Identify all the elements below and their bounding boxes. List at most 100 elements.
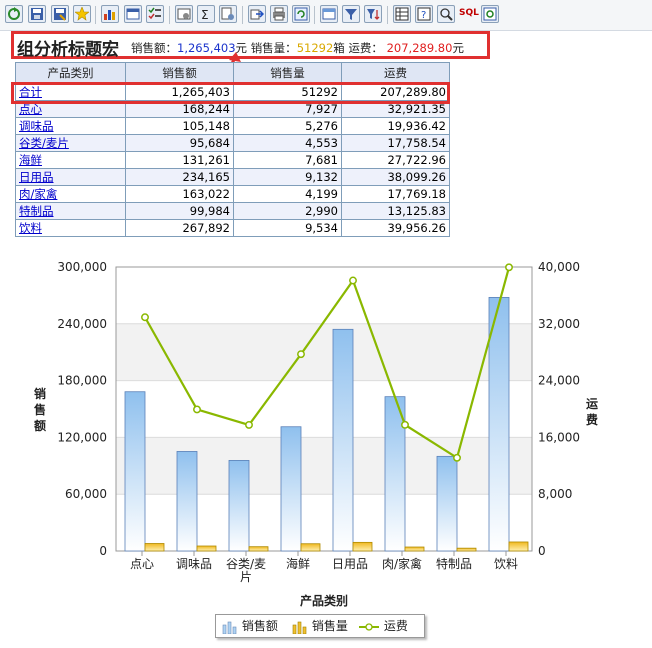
legend-item-amount[interactable]: 销售额	[222, 618, 278, 634]
point-freight	[245, 420, 253, 429]
table-row: 日用品 234,165 9,132 38,099.26	[15, 168, 450, 186]
legend-label: 销售额	[241, 619, 278, 633]
category-cell: 调味品	[15, 117, 126, 135]
bar-series-icon	[292, 621, 307, 634]
point-freight	[401, 420, 409, 429]
x-tick-label: 日用品	[332, 557, 368, 571]
legend-label: 运费	[383, 619, 408, 633]
bar-sales-qty	[300, 543, 321, 552]
y2-tick-label: 16,000	[538, 430, 580, 444]
freight-cell: 13,125.83	[341, 202, 450, 220]
table-row: 调味品 105,148 5,276 19,936.42	[15, 117, 450, 135]
bar-sales-amount	[228, 460, 250, 552]
y-axis-title-char: 额	[34, 418, 46, 433]
y2-tick-label: 24,000	[538, 374, 580, 388]
y-tick-label: 300,000	[57, 260, 107, 274]
y-axis-title-char: 售	[34, 402, 46, 417]
y-tick-label: 240,000	[57, 317, 107, 331]
qty-cell: 9,132	[233, 168, 342, 186]
chart-legend: 销售额 销售量 运费	[215, 614, 425, 638]
column-header[interactable]: 销售量	[233, 62, 342, 84]
legend-item-freight[interactable]: 运费	[358, 618, 408, 634]
category-link[interactable]: 特制品	[19, 204, 54, 218]
bar-sales-amount	[488, 296, 510, 552]
table-header-row: 产品类别 销售额 销售量 运费	[15, 62, 450, 84]
amount-cell: 99,984	[125, 202, 234, 220]
point-freight	[141, 313, 149, 322]
table-row: 饮料 267,892 9,534 39,956.26	[15, 219, 450, 237]
qty-cell: 4,199	[233, 185, 342, 203]
category-cell: 特制品	[15, 202, 126, 220]
table-row: 谷类/麦片 95,684 4,553 17,758.54	[15, 134, 450, 152]
bar-sales-amount	[280, 426, 302, 552]
qty-cell: 7,681	[233, 151, 342, 169]
x-tick-label: 海鲜	[286, 556, 310, 571]
bar-sales-qty	[144, 543, 165, 552]
y2-axis-title-char: 运	[586, 397, 598, 411]
amount-cell: 95,684	[125, 134, 234, 152]
bar-sales-qty	[352, 541, 373, 552]
category-link[interactable]: 调味品	[19, 119, 54, 133]
qty-cell: 4,553	[233, 134, 342, 152]
column-header[interactable]: 产品类别	[15, 62, 126, 84]
x-tick-label: 饮料	[494, 557, 518, 571]
x-tick-label: 片	[240, 570, 252, 584]
x-axis-title: 产品类别	[300, 593, 348, 608]
point-freight	[505, 263, 513, 272]
column-header[interactable]: 销售额	[125, 62, 234, 84]
grid-band	[116, 267, 532, 324]
qty-cell: 2,990	[233, 202, 342, 220]
point-freight	[349, 276, 357, 285]
amount-cell: 131,261	[125, 151, 234, 169]
bar-sales-qty	[456, 547, 477, 552]
table-row: 特制品 99,984 2,990 13,125.83	[15, 202, 450, 220]
y2-axis-title-char: 费	[586, 412, 598, 427]
point-freight	[297, 350, 305, 359]
y2-tick-label: 40,000	[538, 260, 580, 274]
freight-cell: 17,758.54	[341, 134, 450, 152]
bar-series-icon	[222, 621, 237, 634]
table-row: 海鲜 131,261 7,681 27,722.96	[15, 151, 450, 169]
category-link[interactable]: 海鲜	[19, 153, 42, 167]
bar-sales-qty	[404, 546, 425, 552]
amount-cell: 105,148	[125, 117, 234, 135]
category-cell: 海鲜	[15, 151, 126, 169]
x-tick-label: 谷类/麦	[226, 557, 266, 571]
category-cell: 日用品	[15, 168, 126, 186]
category-cell: 肉/家禽	[15, 185, 126, 203]
category-link[interactable]: 谷类/麦片	[19, 136, 69, 150]
category-link[interactable]: 饮料	[19, 221, 42, 235]
x-tick-label: 特制品	[436, 556, 472, 571]
bar-sales-qty	[196, 545, 217, 552]
column-header[interactable]: 运费	[341, 62, 450, 84]
category-link[interactable]: 肉/家禽	[19, 187, 57, 201]
freight-cell: 38,099.26	[341, 168, 450, 186]
qty-cell: 9,534	[233, 219, 342, 237]
point-freight	[453, 453, 461, 462]
freight-cell: 19,936.42	[341, 117, 450, 135]
total-row-highlight-box	[11, 82, 450, 104]
table-row: 肉/家禽 163,022 4,199 17,769.18	[15, 185, 450, 203]
bar-sales-qty	[508, 541, 529, 552]
legend-item-qty[interactable]: 销售量	[292, 618, 348, 634]
combo-chart: 0 60,000 120,000 180,000 240,000 300,000 0 8,00…	[34, 260, 598, 608]
category-link[interactable]: 点心	[19, 102, 42, 116]
y-tick-label: 60,000	[65, 487, 107, 501]
bar-sales-amount	[332, 328, 354, 552]
x-tick-label: 点心	[130, 557, 154, 571]
amount-cell: 267,892	[125, 219, 234, 237]
y2-tick-label: 32,000	[538, 317, 580, 331]
category-link[interactable]: 日用品	[19, 170, 54, 184]
freight-cell: 27,722.96	[341, 151, 450, 169]
bar-sales-amount	[436, 455, 458, 552]
y-tick-label: 120,000	[57, 430, 107, 444]
freight-cell: 17,769.18	[341, 185, 450, 203]
freight-cell: 39,956.26	[341, 219, 450, 237]
bar-sales-amount	[384, 396, 406, 552]
qty-cell: 5,276	[233, 117, 342, 135]
y-axis-title-char: 销	[34, 386, 46, 401]
y-tick-label: 0	[99, 544, 107, 558]
y-tick-label: 180,000	[57, 374, 107, 388]
y2-tick-label: 0	[538, 544, 546, 558]
bar-sales-qty	[248, 546, 269, 552]
